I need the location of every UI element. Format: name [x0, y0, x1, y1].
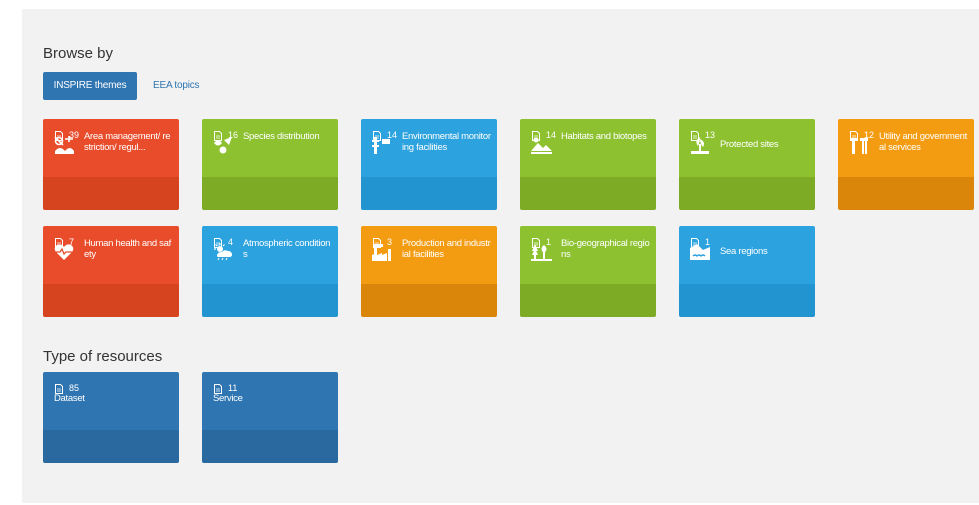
theme-count: 14: [546, 130, 557, 140]
theme-label: Area management/ restriction/ regul...: [84, 131, 171, 153]
theme-count: 4: [228, 237, 234, 247]
theme-count: 13: [705, 130, 716, 140]
browse-by-heading: Browse by: [43, 45, 114, 62]
theme-count: 1: [705, 237, 711, 247]
type-of-resources-heading: Type of resources: [43, 348, 163, 365]
theme-count: 3: [387, 237, 393, 247]
theme-label: Habitats and biotopes: [561, 131, 647, 142]
theme-tile-utility-services[interactable]: Utility and governmental services 12: [838, 119, 974, 210]
tab-inspire-themes[interactable]: INSPIRE themes: [43, 72, 137, 100]
theme-tile-protected-sites[interactable]: Protected sites 13: [679, 119, 815, 210]
resource-tile-dataset[interactable]: Dataset 85: [43, 372, 179, 463]
theme-label: Utility and governmental services: [879, 131, 967, 153]
theme-label: Production and industrial facilities: [402, 238, 491, 260]
document-icon: [214, 238, 222, 248]
document-icon: [691, 131, 699, 141]
resource-label: Dataset: [54, 393, 85, 404]
document-icon: [850, 131, 858, 141]
document-icon: [532, 131, 540, 141]
document-icon: [214, 384, 222, 394]
document-icon: [55, 238, 63, 248]
resource-tile-service[interactable]: Service 11: [202, 372, 338, 463]
document-icon: [373, 238, 381, 248]
document-icon: [55, 131, 63, 141]
theme-tile-area-management[interactable]: Area management/ restriction/ regul... 3…: [43, 119, 179, 210]
document-icon: [55, 384, 63, 394]
theme-tile-human-health[interactable]: Human health and safety 7: [43, 226, 179, 317]
theme-tile-production-industrial[interactable]: Production and industrial facilities 3: [361, 226, 497, 317]
theme-count: 1: [546, 237, 552, 247]
theme-label: Bio-geographical regions: [561, 238, 650, 260]
theme-tile-atmospheric-conditions[interactable]: Atmospheric conditions 4: [202, 226, 338, 317]
theme-label: Sea regions: [720, 246, 768, 257]
theme-tile-habitats-biotopes[interactable]: Habitats and biotopes 14: [520, 119, 656, 210]
document-icon: [691, 238, 699, 248]
theme-label: Species distribution: [243, 131, 320, 142]
document-icon: [214, 131, 222, 141]
theme-count: 16: [228, 130, 239, 140]
theme-tile-species-distribution[interactable]: Species distribution 16: [202, 119, 338, 210]
tab-eea-topics[interactable]: EEA topics: [153, 72, 200, 100]
theme-label: Atmospheric conditions: [243, 238, 331, 260]
theme-label: Protected sites: [720, 139, 779, 150]
theme-count: 7: [69, 237, 75, 247]
document-icon: [532, 238, 540, 248]
theme-label: Environmental monitoring facilities: [402, 131, 491, 153]
theme-label: Human health and safety: [84, 238, 171, 260]
resource-count: 11: [228, 383, 238, 393]
document-icon: [373, 131, 381, 141]
theme-tile-bio-geographical[interactable]: Bio-geographical regions 1: [520, 226, 656, 317]
theme-tile-environmental-monitoring[interactable]: Environmental monitoring facilities 14: [361, 119, 497, 210]
theme-tile-sea-regions[interactable]: Sea regions 1: [679, 226, 815, 317]
theme-count: 12: [864, 130, 875, 140]
theme-count: 39: [69, 130, 80, 140]
resource-label: Service: [213, 393, 243, 404]
resource-count: 85: [69, 383, 80, 393]
theme-count: 14: [387, 130, 398, 140]
